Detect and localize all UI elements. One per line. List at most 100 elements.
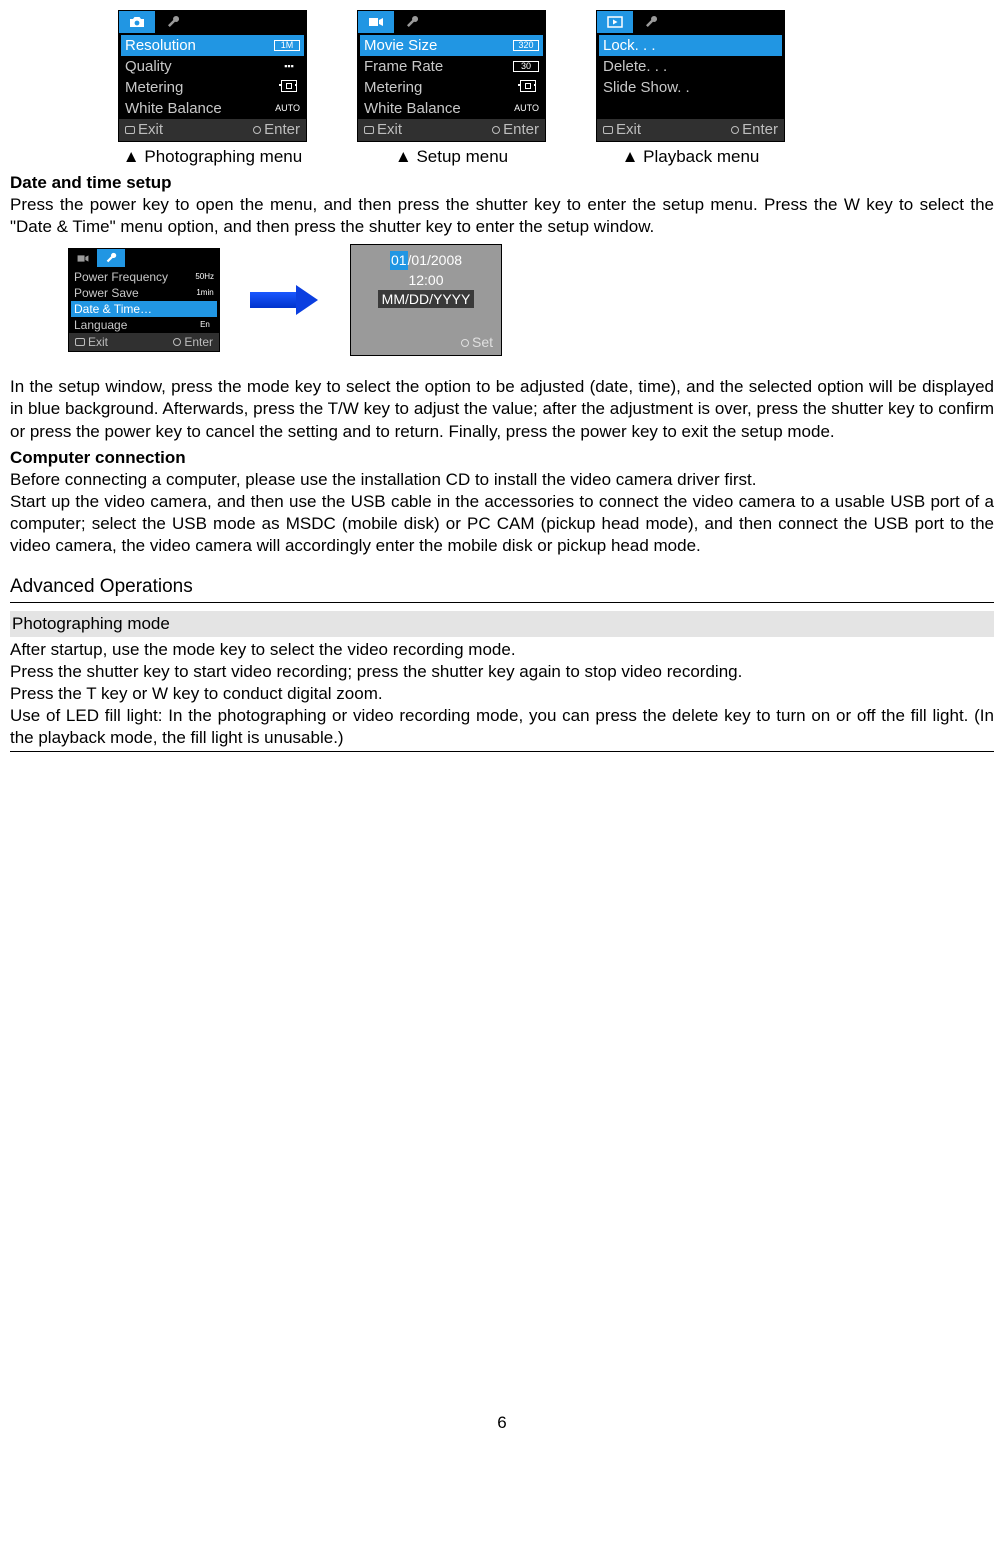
menu-footer: Exit Enter (69, 333, 219, 351)
dot-icon (492, 126, 500, 134)
dt-rest: /01/2008 (408, 251, 463, 269)
menu-label: Slide Show. . (603, 78, 690, 98)
playback-menu-screen: Lock. . . Delete. . . Slide Show. . Exit… (596, 10, 785, 142)
advanced-operations-heading: Advanced Operations (10, 575, 994, 600)
mode-paragraph-3: Press the T key or W key to conduct digi… (10, 683, 994, 705)
menu-label: Lock. . . (603, 36, 656, 56)
exit-label: Exit (616, 121, 641, 138)
dot-icon (731, 126, 739, 134)
menu-label: Movie Size (364, 36, 437, 56)
mode-paragraph-1: After startup, use the mode key to selec… (10, 639, 994, 661)
page-number: 6 (10, 1412, 994, 1434)
metering-icon (517, 80, 539, 96)
menu-item[interactable]: White Balance AUTO (360, 98, 543, 119)
menu-value: 1min (196, 288, 214, 298)
menu-value: 50Hz (195, 272, 214, 282)
menu-label: Power Save (74, 286, 139, 302)
divider (10, 751, 994, 752)
menu-label: Language (74, 318, 127, 334)
enter-label: Enter (264, 121, 300, 138)
menu-item[interactable]: Power Frequency 50Hz (71, 269, 217, 285)
dot-icon (253, 126, 261, 134)
exit-label: Exit (138, 121, 163, 138)
setup-window-paragraph: In the setup window, press the mode key … (10, 376, 994, 442)
menu-label: Frame Rate (364, 57, 443, 77)
menu-item[interactable]: Power Save 1min (71, 285, 217, 301)
menu-item[interactable]: Slide Show. . (599, 77, 782, 98)
playback-menu-caption: Playback menu (622, 146, 760, 168)
exit-label: Exit (88, 335, 108, 349)
dot-icon (461, 339, 469, 347)
setup-menu-caption: Setup menu (395, 146, 508, 168)
dt-format: MM/DD/YYYY (378, 290, 475, 308)
menu-label: Date & Time… (74, 302, 152, 318)
menu-value: En (196, 320, 214, 330)
dt-month[interactable]: 01 (390, 251, 408, 269)
top-menu-row: Resolution1M Quality ▪▪▪ Metering White B… (118, 10, 994, 168)
exit-label: Exit (377, 121, 402, 138)
power-icon (364, 126, 374, 134)
arrow-icon (250, 285, 320, 315)
menu-footer: Exit Enter (597, 119, 784, 141)
menu-value: 30 (513, 61, 539, 72)
play-tab-icon (597, 11, 633, 33)
wrench-tab-icon (394, 11, 430, 33)
menu-item[interactable]: Resolution1M (121, 35, 304, 56)
power-icon (603, 126, 613, 134)
datetime-paragraph: Press the power key to open the menu, an… (10, 194, 994, 238)
menu-label: White Balance (125, 99, 222, 119)
set-label: Set (472, 334, 493, 350)
wrench-tab-icon (155, 11, 191, 33)
menu-value: 320 (513, 40, 539, 51)
photo-menu-col: Resolution1M Quality ▪▪▪ Metering White B… (118, 10, 307, 168)
wrench-tab-icon (97, 249, 125, 267)
menu-label: Resolution (125, 36, 196, 56)
datetime-heading: Date and time setup (10, 172, 994, 194)
menu-value: AUTO (514, 103, 539, 115)
mode-paragraph-4: Use of LED fill light: In the photograph… (10, 705, 994, 749)
menu-item[interactable]: Quality ▪▪▪ (121, 56, 304, 77)
menu-item[interactable]: Language En (71, 317, 217, 333)
cc-paragraph-1: Before connecting a computer, please use… (10, 469, 994, 491)
menu-value: AUTO (275, 103, 300, 115)
quality-icon: ▪▪▪ (278, 61, 300, 73)
menu-footer: Exit Enter (119, 119, 306, 141)
menu-item[interactable]: Metering (360, 77, 543, 98)
menu-item[interactable]: Delete. . . (599, 56, 782, 77)
enter-label: Enter (184, 335, 213, 349)
metering-icon (278, 80, 300, 96)
playback-menu-col: Lock. . . Delete. . . Slide Show. . Exit… (596, 10, 785, 168)
menu-item[interactable]: Lock. . . (599, 35, 782, 56)
menu-label: Quality (125, 57, 172, 77)
menu-label: Power Frequency (74, 270, 168, 286)
datetime-menu-screen: Power Frequency 50Hz Power Save 1min Date … (68, 248, 220, 352)
menu-label: Delete. . . (603, 57, 667, 77)
setup-menu-screen: Movie Size 320 Frame Rate 30 Metering Whit… (357, 10, 546, 142)
menu-label: White Balance (364, 99, 461, 119)
cc-paragraph-2: Start up the video camera, and then use … (10, 491, 994, 557)
menu-item (599, 98, 782, 119)
menu-item[interactable]: Frame Rate 30 (360, 56, 543, 77)
mode-paragraph-2: Press the shutter key to start video rec… (10, 661, 994, 683)
video-tab-icon (358, 11, 394, 33)
photo-tab-icon (119, 11, 155, 33)
menu-footer: Exit Enter (358, 119, 545, 141)
menu-item[interactable]: Metering (121, 77, 304, 98)
power-icon (125, 126, 135, 134)
enter-label: Enter (503, 121, 539, 138)
photo-menu-caption: Photographing menu (123, 146, 302, 168)
menu-item[interactable]: Movie Size 320 (360, 35, 543, 56)
photographing-mode-heading: Photographing mode (10, 611, 994, 637)
menu-item[interactable]: White Balance AUTO (121, 98, 304, 119)
dt-time: 12:00 (351, 271, 501, 289)
setup-menu-col: Movie Size 320 Frame Rate 30 Metering Whit… (357, 10, 546, 168)
datetime-illustration: Power Frequency 50Hz Power Save 1min Date … (68, 244, 994, 356)
photo-menu-screen: Resolution1M Quality ▪▪▪ Metering White B… (118, 10, 307, 142)
menu-label: Metering (125, 78, 183, 98)
menu-item[interactable]: Date & Time… (71, 301, 217, 317)
wrench-tab-icon (633, 11, 669, 33)
enter-label: Enter (742, 121, 778, 138)
dot-icon (173, 338, 181, 346)
power-icon (75, 338, 85, 346)
menu-label: Metering (364, 78, 422, 98)
